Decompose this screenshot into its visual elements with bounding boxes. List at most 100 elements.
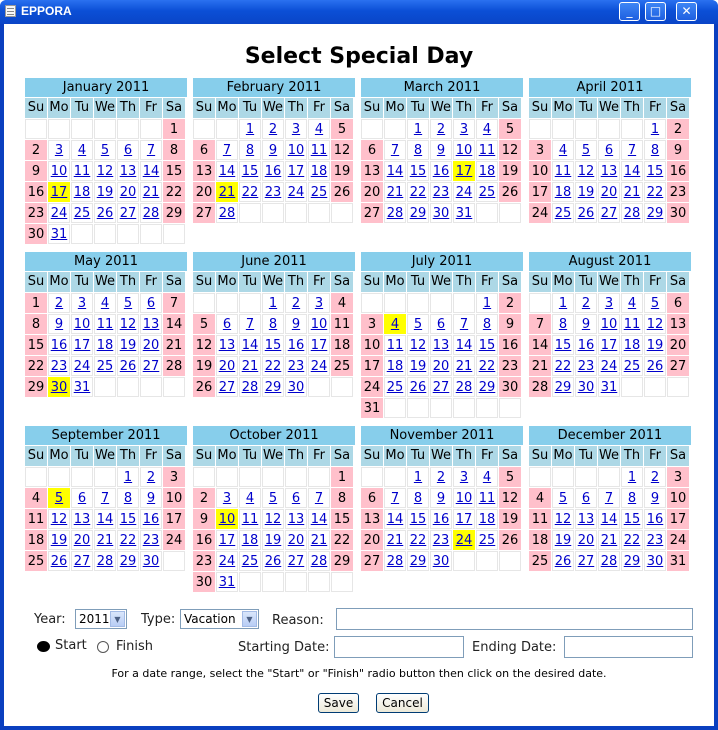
day-link[interactable]: 31	[71, 377, 93, 397]
day-link[interactable]: 1	[262, 293, 284, 313]
day-link[interactable]: 14	[216, 161, 238, 181]
day-link[interactable]: 15	[621, 509, 643, 529]
day-link[interactable]: 2	[575, 293, 597, 313]
day-link[interactable]: 9	[430, 488, 452, 508]
day-link[interactable]: 25	[621, 356, 643, 376]
day-link[interactable]: 6	[140, 293, 162, 313]
type-select[interactable]: Vacation ▼	[180, 609, 259, 629]
day-link[interactable]: 15	[407, 509, 429, 529]
day-link[interactable]: 16	[644, 509, 666, 529]
day-link[interactable]: 10	[285, 140, 307, 160]
day-link[interactable]: 12	[262, 509, 284, 529]
day-link[interactable]: 10	[48, 161, 70, 181]
day-link[interactable]: 29	[262, 377, 284, 397]
day-link[interactable]: 28	[384, 551, 406, 571]
day-link[interactable]: 2	[644, 467, 666, 487]
day-link[interactable]: 11	[384, 335, 406, 355]
day-link[interactable]: 15	[476, 335, 498, 355]
day-link[interactable]: 20	[71, 530, 93, 550]
day-link[interactable]: 24	[71, 356, 93, 376]
day-link[interactable]: 2	[262, 119, 284, 139]
day-link[interactable]: 9	[285, 314, 307, 334]
day-link[interactable]: 18	[476, 161, 498, 181]
day-link[interactable]: 14	[384, 509, 406, 529]
day-link[interactable]: 9	[430, 140, 452, 160]
day-link[interactable]: 25	[476, 182, 498, 202]
day-link[interactable]: 23	[48, 356, 70, 376]
day-link[interactable]: 15	[552, 335, 574, 355]
day-link[interactable]: 7	[140, 140, 162, 160]
day-link[interactable]: 17	[453, 509, 475, 529]
day-link[interactable]: 30	[140, 551, 162, 571]
finish-radio[interactable]	[97, 641, 109, 653]
day-link[interactable]: 5	[262, 488, 284, 508]
day-link[interactable]: 8	[407, 140, 429, 160]
day-link[interactable]: 9	[262, 140, 284, 160]
day-link[interactable]: 28	[598, 551, 620, 571]
day-link[interactable]: 7	[453, 314, 475, 334]
day-link[interactable]: 16	[140, 509, 162, 529]
day-link[interactable]: 13	[598, 161, 620, 181]
day-link[interactable]: 26	[262, 551, 284, 571]
day-link[interactable]: 30	[48, 377, 70, 397]
day-link[interactable]: 25	[94, 356, 116, 376]
day-link[interactable]: 27	[140, 356, 162, 376]
day-link[interactable]: 25	[239, 551, 261, 571]
day-link[interactable]: 3	[71, 293, 93, 313]
day-link[interactable]: 17	[598, 335, 620, 355]
day-link[interactable]: 29	[407, 203, 429, 223]
day-link[interactable]: 6	[598, 140, 620, 160]
day-link[interactable]: 27	[575, 551, 597, 571]
day-link[interactable]: 3	[598, 293, 620, 313]
day-link[interactable]: 5	[552, 488, 574, 508]
day-link[interactable]: 30	[285, 377, 307, 397]
day-link[interactable]: 21	[216, 182, 238, 202]
day-link[interactable]: 12	[644, 314, 666, 334]
day-link[interactable]: 6	[430, 314, 452, 334]
day-link[interactable]: 13	[216, 335, 238, 355]
day-link[interactable]: 26	[644, 356, 666, 376]
day-link[interactable]: 10	[453, 488, 475, 508]
day-link[interactable]: 22	[239, 182, 261, 202]
day-link[interactable]: 12	[48, 509, 70, 529]
day-link[interactable]: 4	[621, 293, 643, 313]
day-link[interactable]: 26	[48, 551, 70, 571]
close-button[interactable]: ✕	[676, 2, 697, 21]
day-link[interactable]: 24	[453, 182, 475, 202]
day-link[interactable]: 25	[384, 377, 406, 397]
day-link[interactable]: 12	[94, 161, 116, 181]
day-link[interactable]: 11	[621, 314, 643, 334]
day-link[interactable]: 18	[71, 182, 93, 202]
day-link[interactable]: 14	[94, 509, 116, 529]
day-link[interactable]: 16	[285, 335, 307, 355]
day-link[interactable]: 23	[430, 530, 452, 550]
day-link[interactable]: 21	[384, 182, 406, 202]
day-link[interactable]: 22	[262, 356, 284, 376]
day-link[interactable]: 18	[308, 161, 330, 181]
day-link[interactable]: 5	[48, 488, 70, 508]
maximize-button[interactable]: □	[645, 2, 666, 21]
day-link[interactable]: 1	[117, 467, 139, 487]
day-link[interactable]: 17	[308, 335, 330, 355]
day-link[interactable]: 29	[644, 203, 666, 223]
day-link[interactable]: 27	[430, 377, 452, 397]
day-link[interactable]: 7	[384, 488, 406, 508]
day-link[interactable]: 22	[476, 356, 498, 376]
day-link[interactable]: 23	[262, 182, 284, 202]
day-link[interactable]: 29	[552, 377, 574, 397]
day-link[interactable]: 18	[94, 335, 116, 355]
day-link[interactable]: 3	[308, 293, 330, 313]
day-link[interactable]: 26	[552, 551, 574, 571]
day-link[interactable]: 4	[476, 119, 498, 139]
day-link[interactable]: 22	[644, 182, 666, 202]
day-link[interactable]: 21	[621, 182, 643, 202]
day-link[interactable]: 10	[598, 314, 620, 334]
day-link[interactable]: 6	[575, 488, 597, 508]
day-link[interactable]: 14	[308, 509, 330, 529]
day-link[interactable]: 1	[621, 467, 643, 487]
day-link[interactable]: 25	[308, 182, 330, 202]
day-link[interactable]: 8	[262, 314, 284, 334]
day-link[interactable]: 8	[476, 314, 498, 334]
day-link[interactable]: 23	[644, 530, 666, 550]
day-link[interactable]: 14	[598, 509, 620, 529]
